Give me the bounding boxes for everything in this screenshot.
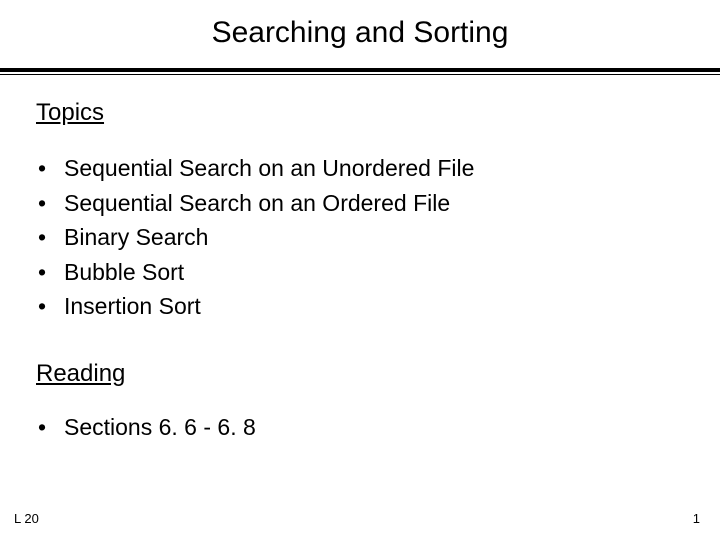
bullet-icon: • (36, 186, 64, 221)
divider-thick (0, 68, 720, 72)
list-item: •Sequential Search on an Unordered File (36, 151, 684, 186)
list-item: •Insertion Sort (36, 289, 684, 324)
list-item-text: Binary Search (64, 220, 208, 255)
list-item: •Binary Search (36, 220, 684, 255)
reading-list: •Sections 6. 6 - 6. 8 (36, 410, 684, 445)
slide: Searching and Sorting Topics •Sequential… (0, 0, 720, 540)
list-item-text: Sequential Search on an Ordered File (64, 186, 450, 221)
footer-right: 1 (693, 511, 700, 526)
list-item-text: Bubble Sort (64, 255, 184, 290)
list-item: •Sequential Search on an Ordered File (36, 186, 684, 221)
bullet-icon: • (36, 255, 64, 290)
bullet-icon: • (36, 410, 64, 445)
list-item: •Sections 6. 6 - 6. 8 (36, 410, 684, 445)
bullet-icon: • (36, 220, 64, 255)
bullet-icon: • (36, 289, 64, 324)
reading-heading: Reading (36, 360, 684, 388)
list-item: •Bubble Sort (36, 255, 684, 290)
list-item-text: Sections 6. 6 - 6. 8 (64, 410, 256, 445)
slide-content: Topics •Sequential Search on an Unordere… (0, 75, 720, 444)
slide-title: Searching and Sorting (0, 0, 720, 68)
list-item-text: Sequential Search on an Unordered File (64, 151, 474, 186)
bullet-icon: • (36, 151, 64, 186)
topics-list: •Sequential Search on an Unordered File … (36, 151, 684, 324)
list-item-text: Insertion Sort (64, 289, 201, 324)
topics-heading: Topics (36, 99, 684, 127)
footer-left: L 20 (14, 511, 39, 526)
